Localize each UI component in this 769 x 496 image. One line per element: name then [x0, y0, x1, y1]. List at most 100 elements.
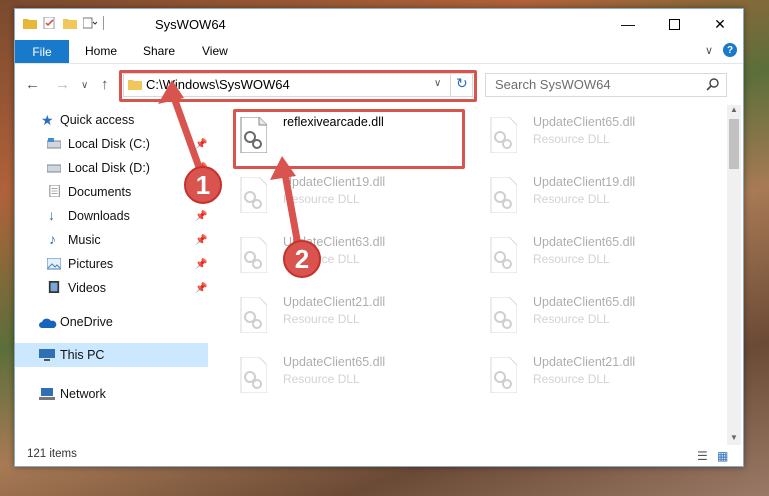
file-item[interactable]: UpdateClient65.dll Resource DLL [475, 293, 715, 349]
file-highlight [233, 109, 465, 169]
item-count: 121 items [27, 448, 77, 460]
ribbon-tabs: File Home Share View ∨ ? [15, 39, 743, 64]
videos-icon [48, 281, 60, 293]
file-name: UpdateClient65.dll [283, 355, 386, 369]
scrollbar-thumb[interactable] [729, 119, 739, 169]
folder-icon[interactable] [23, 17, 37, 29]
dll-file-icon [240, 357, 267, 393]
file-name: UpdateClient65.dll [533, 295, 636, 309]
search-placeholder: Search SysWOW64 [495, 77, 611, 92]
quick-access-toolbar [23, 16, 104, 30]
address-bar-highlight [119, 70, 477, 102]
properties-icon[interactable] [43, 17, 57, 29]
pictures-icon [47, 258, 61, 270]
tab-share[interactable]: Share [143, 44, 175, 58]
explorer-window: SysWOW64 — ✕ File Home Share View ∨ ? ← … [14, 8, 744, 467]
file-item[interactable]: UpdateClient65.dll Resource DLL [475, 233, 715, 289]
help-icon[interactable]: ? [723, 43, 737, 57]
dll-file-icon [240, 297, 267, 333]
maximize-icon [668, 18, 680, 30]
drive-icon [47, 138, 61, 149]
sidebar-item-pictures[interactable]: Pictures 📌 [15, 253, 208, 275]
vertical-scrollbar[interactable]: ▲ ▼ [727, 105, 741, 445]
search-box[interactable]: Search SysWOW64 [485, 73, 727, 97]
file-name: UpdateClient65.dll [533, 235, 636, 249]
forward-icon[interactable]: → [55, 76, 70, 93]
navigation-pane: ★ Quick access Local Disk (C:) 📌 Local D… [15, 105, 211, 445]
file-type: Resource DLL [533, 312, 610, 326]
file-type: Resource DLL [283, 192, 360, 206]
file-type: Resource DLL [533, 132, 610, 146]
customize-toolbar-icon[interactable] [83, 17, 97, 29]
sidebar-item-local-disk-d[interactable]: Local Disk (D:) 📌 [15, 157, 208, 179]
pin-icon[interactable]: 📌 [195, 211, 207, 222]
dll-file-icon [490, 297, 517, 333]
documents-icon [49, 185, 60, 197]
pin-icon[interactable]: 📌 [195, 283, 207, 294]
file-item[interactable]: UpdateClient19.dll Resource DLL [475, 173, 715, 229]
window-title: SysWOW64 [155, 17, 226, 32]
title-bar: SysWOW64 — ✕ [15, 9, 743, 39]
sidebar-item-quick-access[interactable]: ★ Quick access [15, 109, 208, 131]
step-1-badge: 1 [184, 166, 222, 204]
sidebar-item-videos[interactable]: Videos 📌 [15, 277, 208, 299]
details-view-icon[interactable]: ☰ [697, 449, 708, 463]
sidebar-item-music[interactable]: ♪ Music 📌 [15, 229, 208, 251]
large-icons-view-icon[interactable]: ▦ [717, 449, 728, 463]
file-item[interactable]: UpdateClient21.dll Resource DLL [475, 353, 715, 409]
pin-icon[interactable]: 📌 [195, 259, 207, 270]
file-name: UpdateClient65.dll [533, 115, 636, 129]
maximize-button[interactable] [651, 9, 697, 39]
file-type: Resource DLL [283, 372, 360, 386]
cloud-icon [39, 318, 57, 328]
scroll-up-icon[interactable]: ▲ [730, 105, 738, 114]
file-name: UpdateClient21.dll [283, 295, 386, 309]
music-note-icon: ♪ [49, 231, 56, 247]
expand-ribbon-icon[interactable]: ∨ [705, 44, 713, 57]
download-arrow-icon: ↓ [48, 207, 55, 223]
tab-view[interactable]: View [202, 44, 228, 58]
back-icon[interactable]: ← [25, 76, 40, 93]
scroll-down-icon[interactable]: ▼ [730, 433, 738, 442]
dll-file-icon [490, 177, 517, 213]
file-item[interactable]: UpdateClient65.dll Resource DLL [225, 353, 465, 409]
file-type: Resource DLL [533, 372, 610, 386]
sidebar-item-onedrive[interactable]: OneDrive [15, 311, 208, 333]
file-name: UpdateClient19.dll [283, 175, 386, 189]
computer-icon [39, 349, 55, 361]
sidebar-item-this-pc[interactable]: This PC [15, 343, 208, 367]
dll-file-icon [490, 237, 517, 273]
pin-icon[interactable]: 📌 [195, 235, 207, 246]
up-icon[interactable]: ↑ [101, 76, 109, 93]
file-item[interactable]: UpdateClient63.dll Resource DLL [225, 233, 465, 289]
drive-icon [47, 164, 61, 173]
dll-file-icon [240, 237, 267, 273]
file-type: Resource DLL [283, 312, 360, 326]
sidebar-item-documents[interactable]: Documents 📌 [15, 181, 208, 203]
file-name: UpdateClient19.dll [533, 175, 636, 189]
toolbar-separator [103, 16, 104, 30]
sidebar-item-downloads[interactable]: ↓ Downloads 📌 [15, 205, 208, 227]
pin-icon[interactable]: 📌 [195, 139, 207, 150]
new-folder-icon[interactable] [63, 17, 77, 29]
step-2-badge: 2 [283, 240, 321, 278]
status-bar: 121 items ☰ ▦ [15, 445, 743, 466]
file-item[interactable]: UpdateClient65.dll Resource DLL [475, 113, 715, 169]
file-item[interactable]: UpdateClient19.dll Resource DLL [225, 173, 465, 229]
close-button[interactable]: ✕ [697, 9, 743, 39]
minimize-button[interactable]: — [605, 9, 651, 39]
recent-locations-icon[interactable]: ∨ [81, 80, 88, 91]
minimize-icon: — [621, 16, 635, 32]
tab-file[interactable]: File [15, 40, 69, 63]
tab-home[interactable]: Home [85, 44, 117, 58]
dll-file-icon [490, 117, 517, 153]
file-type: Resource DLL [533, 192, 610, 206]
dll-file-icon [490, 357, 517, 393]
sidebar-item-network[interactable]: Network [15, 383, 208, 405]
file-type: Resource DLL [533, 252, 610, 266]
close-icon: ✕ [714, 15, 726, 32]
network-icon [39, 388, 55, 400]
sidebar-item-local-disk-c[interactable]: Local Disk (C:) 📌 [15, 133, 208, 155]
file-item[interactable]: UpdateClient21.dll Resource DLL [225, 293, 465, 349]
search-icon [706, 78, 719, 91]
